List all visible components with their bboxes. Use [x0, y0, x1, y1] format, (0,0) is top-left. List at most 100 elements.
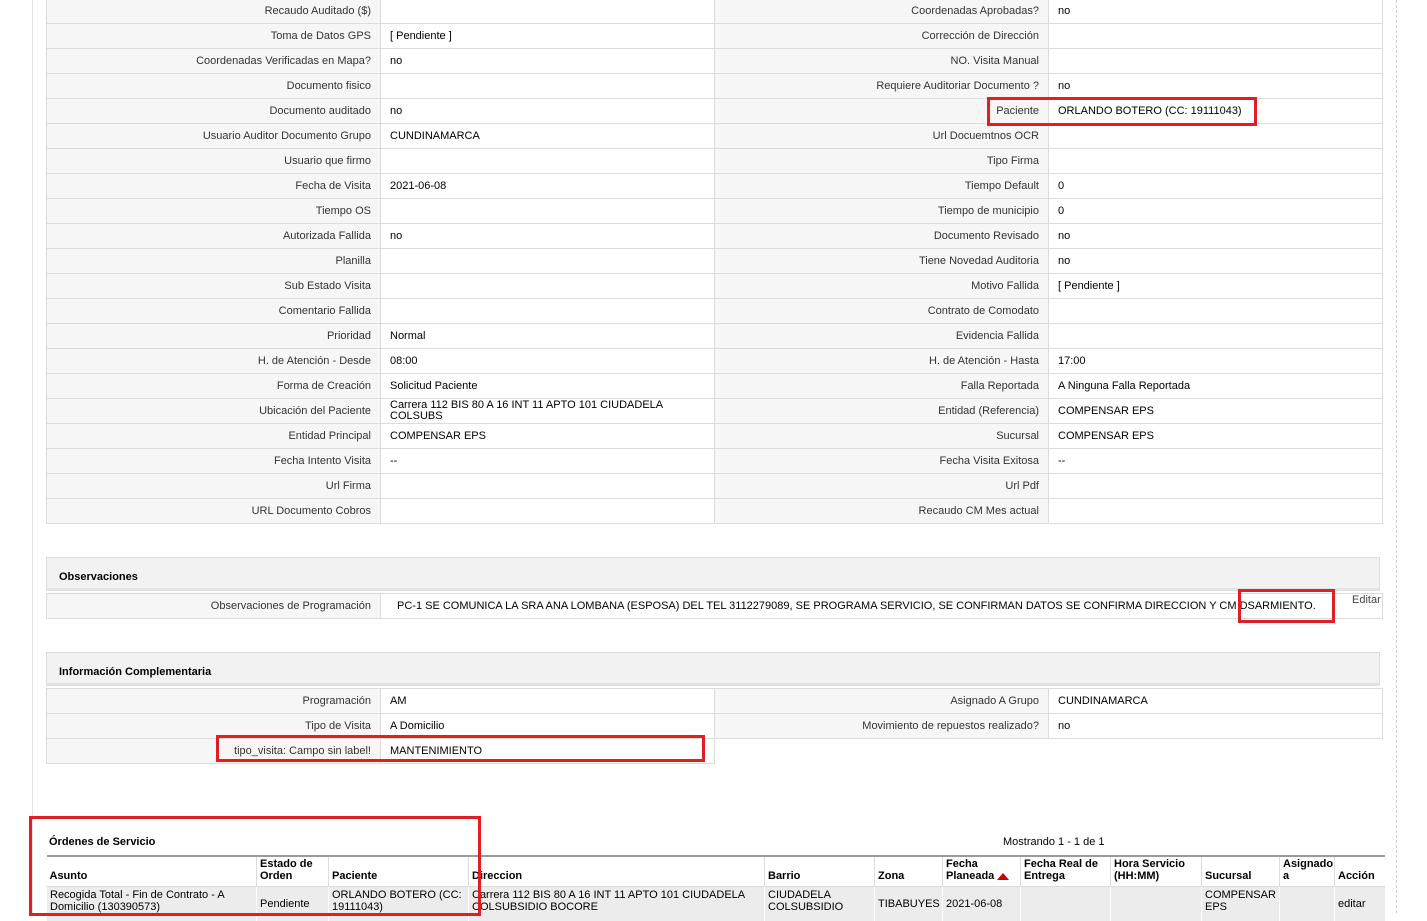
field-value: CUNDINAMARCA	[1049, 689, 1383, 714]
field-label: Contrato de Comodato	[715, 299, 1049, 324]
col-direccion[interactable]: Direccion	[469, 856, 765, 887]
field-value	[1049, 474, 1383, 499]
field-value: 2021-06-08	[381, 174, 715, 199]
detail-row: Documento auditadonoPacienteORLANDO BOTE…	[47, 99, 1383, 124]
field-value: no	[381, 49, 715, 74]
field-label: Usuario Auditor Documento Grupo	[47, 124, 381, 149]
field-value: COMPENSAR EPS	[1049, 424, 1383, 449]
field-label: Tipo de Visita	[47, 714, 381, 739]
orders-title: Órdenes de Servicio	[49, 836, 155, 848]
col-fecha-real[interactable]: Fecha Real de Entrega	[1021, 856, 1111, 887]
col-paciente[interactable]: Paciente	[329, 856, 469, 887]
field-value: 0	[1049, 174, 1383, 199]
cell-sucursal: COMPENSAR EPS	[1202, 887, 1280, 921]
col-barrio[interactable]: Barrio	[765, 856, 875, 887]
field-label: H. de Atención - Hasta	[715, 349, 1049, 374]
detail-row: Fecha de Visita2021-06-08Tiempo Default0	[47, 174, 1383, 199]
field-value: no	[1049, 249, 1383, 274]
field-label: Autorizada Fallida	[47, 224, 381, 249]
field-value: no	[381, 224, 715, 249]
field-label: Sucursal	[715, 424, 1049, 449]
detail-row: Forma de CreaciónSolicitud PacienteFalla…	[47, 374, 1383, 399]
field-value: CUNDINAMARCA	[381, 124, 715, 149]
field-label: Url Docuemtnos OCR	[715, 124, 1049, 149]
field-value	[381, 149, 715, 174]
tipo-visita-value: MANTENIMIENTO	[381, 739, 715, 764]
field-value: 17:00	[1049, 349, 1383, 374]
field-label: Tiempo Default	[715, 174, 1049, 199]
field-label: Falla Reportada	[715, 374, 1049, 399]
field-value: [ Pendiente ]	[381, 24, 715, 49]
orders-table: Asunto Estado de Orden Paciente Direccio…	[46, 855, 1385, 921]
detail-row: Tiempo OSTiempo de municipio0	[47, 199, 1383, 224]
edit-observaciones-link[interactable]: Editar	[1352, 594, 1381, 606]
field-value: no	[381, 99, 715, 124]
cell-asunto: Recogida Total - Fin de Contrato - A Dom…	[47, 887, 257, 921]
field-label: NO. Visita Manual	[715, 49, 1049, 74]
field-value: COMPENSAR EPS	[1049, 399, 1383, 424]
field-value	[1049, 499, 1383, 524]
field-value	[381, 299, 715, 324]
pagination-info: Mostrando 1 - 1 de 1	[1003, 836, 1105, 848]
field-label: Prioridad	[47, 324, 381, 349]
field-label: Motivo Fallida	[715, 274, 1049, 299]
field-value: Carrera 112 BIS 80 A 16 INT 11 APTO 101 …	[381, 399, 715, 424]
field-label: Documento auditado	[47, 99, 381, 124]
detail-row: Comentario FallidaContrato de Comodato	[47, 299, 1383, 324]
col-accion: Acción	[1335, 856, 1385, 887]
field-label: Programación	[47, 689, 381, 714]
field-label: Usuario que firmo	[47, 149, 381, 174]
field-label: Corrección de Dirección	[715, 24, 1049, 49]
col-fecha-planeada-label: Fecha Planeada	[946, 858, 994, 882]
empty-cell	[715, 739, 1049, 764]
field-value	[381, 199, 715, 224]
field-label: Paciente	[715, 99, 1049, 124]
col-estado[interactable]: Estado de Orden	[257, 856, 329, 887]
info-complementaria-table: Programación AM Asignado A Grupo CUNDINA…	[46, 688, 1383, 764]
cell-paciente: ORLANDO BOTERO (CC: 19111043)	[329, 887, 469, 921]
detail-row: Ubicación del PacienteCarrera 112 BIS 80…	[47, 399, 1383, 424]
col-fecha-planeada[interactable]: Fecha Planeada	[943, 856, 1021, 887]
detail-row: Documento fisicoRequiere Auditoriar Docu…	[47, 74, 1383, 99]
col-hora[interactable]: Hora Servicio (HH:MM)	[1111, 856, 1202, 887]
field-label: Recaudo CM Mes actual	[715, 499, 1049, 524]
field-label: Requiere Auditoriar Documento ?	[715, 74, 1049, 99]
field-label: Url Pdf	[715, 474, 1049, 499]
detail-row: Planilla Tiene Novedad Auditoriano	[47, 249, 1383, 274]
field-value	[1049, 24, 1383, 49]
edit-order-link[interactable]: editar	[1335, 887, 1385, 921]
detail-row: Toma de Datos GPS[ Pendiente ]Corrección…	[47, 24, 1383, 49]
col-zona[interactable]: Zona	[875, 856, 943, 887]
detail-row: Fecha Intento Visita--Fecha Visita Exito…	[47, 449, 1383, 474]
field-label: Evidencia Fallida	[715, 324, 1049, 349]
field-label: Asignado A Grupo	[715, 689, 1049, 714]
field-label: Fecha Visita Exitosa	[715, 449, 1049, 474]
table-row: Recogida Total - Fin de Contrato - A Dom…	[47, 887, 1385, 921]
field-value: no	[1049, 0, 1383, 24]
field-value: [ Pendiente ]	[1049, 274, 1383, 299]
field-label: URL Documento Cobros	[47, 499, 381, 524]
field-label: Recaudo Auditado ($)	[47, 0, 381, 24]
field-value: 0	[1049, 199, 1383, 224]
field-value: COMPENSAR EPS	[381, 424, 715, 449]
field-value	[1049, 124, 1383, 149]
detail-row: Coordenadas Verificadas en Mapa?noNO. Vi…	[47, 49, 1383, 74]
cell-asignado	[1280, 887, 1335, 921]
field-label: Ubicación del Paciente	[47, 399, 381, 424]
cell-barrio: CIUDADELA COLSUBSIDIO	[765, 887, 875, 921]
sort-asc-icon[interactable]	[997, 873, 1009, 880]
field-label: Entidad (Referencia)	[715, 399, 1049, 424]
col-sucursal[interactable]: Sucursal	[1202, 856, 1280, 887]
cell-zona: TIBABUYES	[875, 887, 943, 921]
field-label: Planilla	[47, 249, 381, 274]
field-label: Fecha Intento Visita	[47, 449, 381, 474]
observaciones-header: Observaciones	[46, 557, 1380, 591]
cell-fecha-planeada: 2021-06-08	[943, 887, 1021, 921]
field-value	[381, 0, 715, 24]
col-asunto[interactable]: Asunto	[47, 856, 257, 887]
col-asignado[interactable]: Asignado a	[1280, 856, 1335, 887]
field-label: Tiene Novedad Auditoria	[715, 249, 1049, 274]
observaciones-table: Observaciones de Programación PC-1 SE CO…	[46, 593, 1383, 619]
cell-direccion: Carrera 112 BIS 80 A 16 INT 11 APTO 101 …	[469, 887, 765, 921]
empty-cell	[1049, 739, 1383, 764]
